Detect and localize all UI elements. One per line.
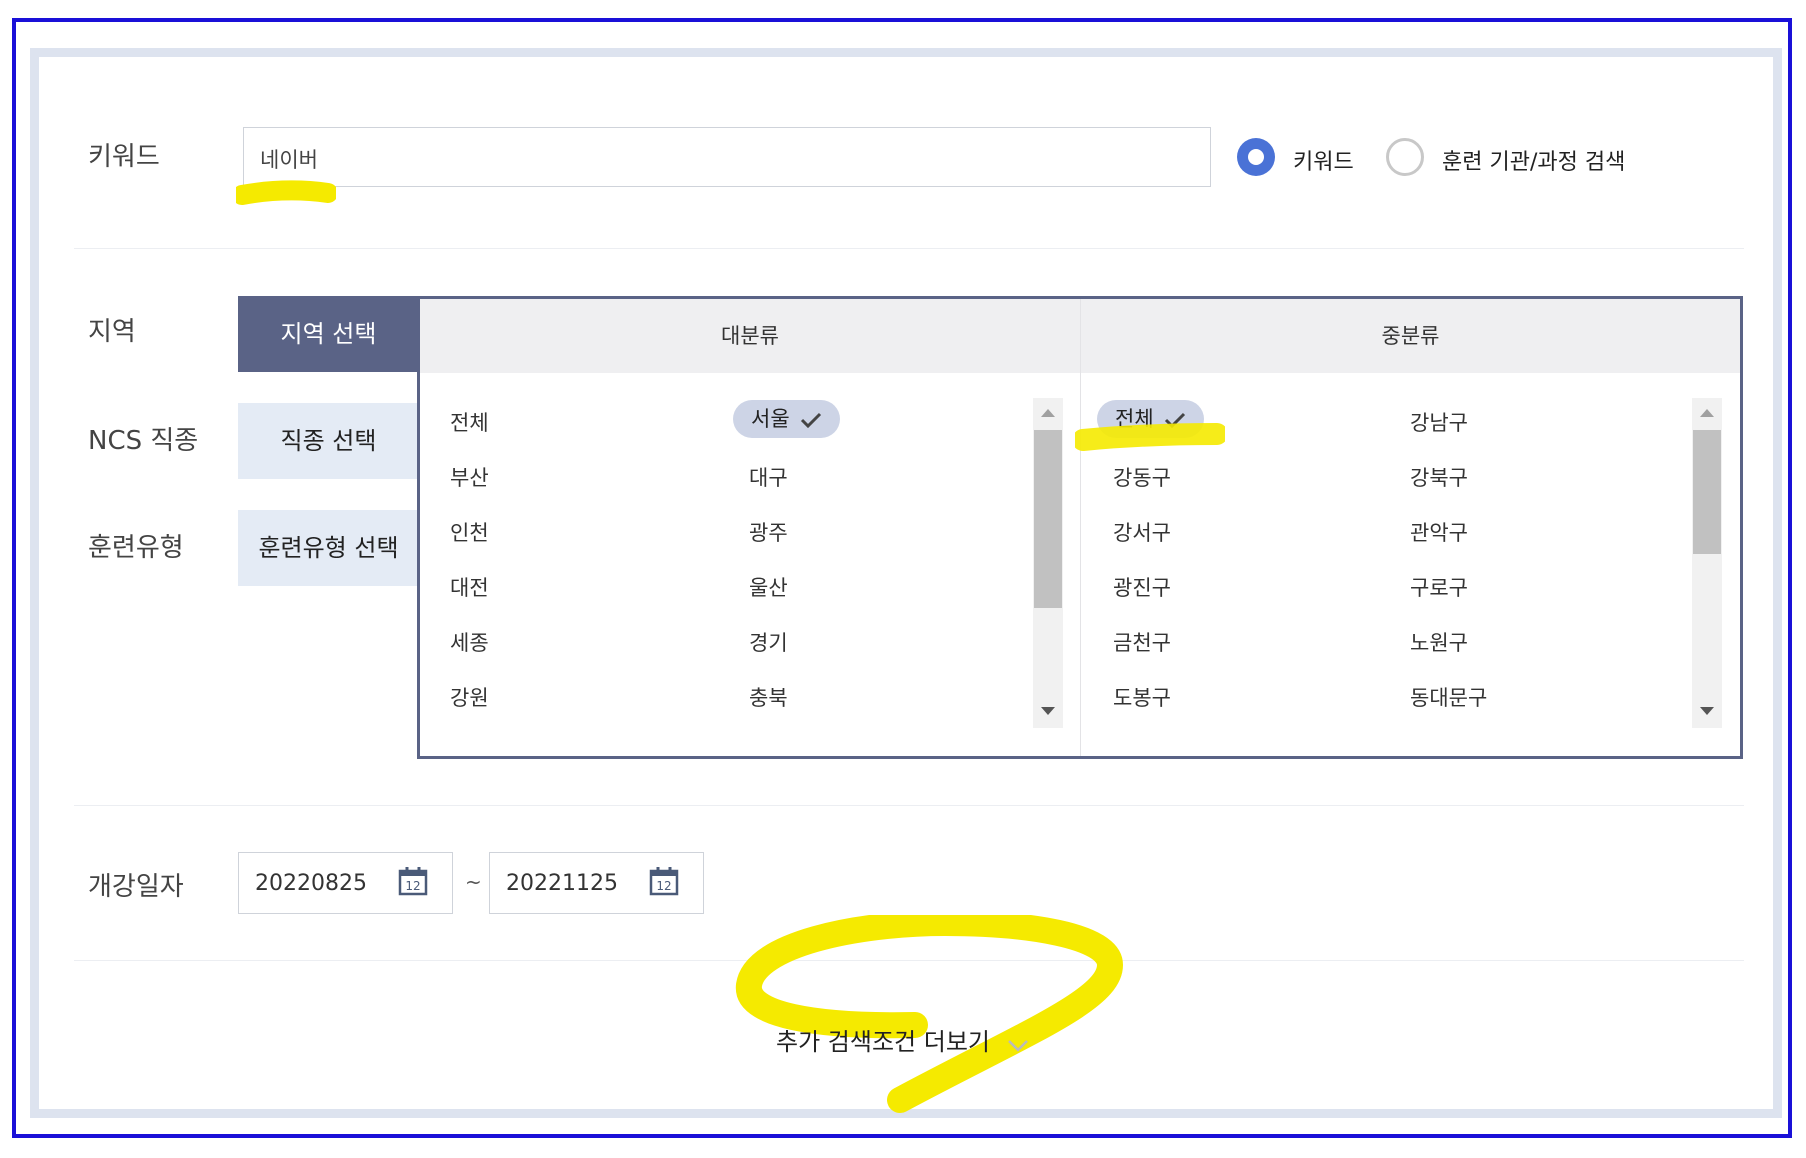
major-item[interactable]: 대구 [749,462,788,492]
major-scroll-thumb[interactable] [1034,430,1062,608]
middle-item[interactable]: 광진구 [1113,572,1171,602]
middle-item[interactable]: 강북구 [1410,462,1468,492]
tab-region[interactable]: 지역 선택 [238,296,419,372]
region-label: 지역 [88,317,136,347]
ncs-label: NCS 직종 [88,426,199,456]
major-item-seoul-selected[interactable]: 서울 [733,400,840,438]
major-item[interactable]: 울산 [749,572,788,602]
chevron-down-icon [1008,1039,1028,1052]
more-conditions-button[interactable]: 추가 검색조건 더보기 [776,1022,1029,1057]
radio-institution[interactable] [1386,138,1424,176]
date-separator: ~ [465,870,482,894]
highlight-mark-middle [1075,423,1225,451]
middle-item[interactable]: 강서구 [1113,517,1171,547]
major-item[interactable]: 광주 [749,517,788,547]
scroll-up-icon[interactable] [1699,408,1715,418]
major-item[interactable]: 부산 [450,462,489,492]
major-item[interactable]: 충북 [749,682,788,712]
highlight-circle [735,915,1124,1113]
calendar-icon[interactable]: 12 [398,866,428,896]
radio-institution-label: 훈련 기관/과정 검색 [1442,150,1626,175]
divider [74,248,1744,249]
middle-item[interactable]: 구로구 [1410,572,1468,602]
keyword-input[interactable]: 네이버 [243,127,1211,187]
major-item[interactable]: 강원 [450,682,489,712]
radio-keyword[interactable] [1237,138,1275,176]
middle-scroll-thumb[interactable] [1693,430,1721,554]
major-item[interactable]: 경기 [749,627,788,657]
middle-item[interactable]: 노원구 [1410,627,1468,657]
major-header: 대분류 [420,299,1080,373]
middle-header: 중분류 [1081,299,1740,373]
middle-item[interactable]: 동대문구 [1410,682,1487,712]
date-label: 개강일자 [88,872,184,902]
middle-item[interactable]: 금천구 [1113,627,1171,657]
keyword-label: 키워드 [88,142,160,172]
middle-item[interactable]: 관악구 [1410,517,1468,547]
major-item[interactable]: 대전 [450,572,489,602]
scroll-down-icon[interactable] [1040,706,1056,716]
radio-keyword-label: 키워드 [1293,150,1354,175]
middle-item[interactable]: 도봉구 [1113,682,1171,712]
check-icon [800,412,821,429]
chip-label: 서울 [751,407,790,431]
tab-training-type[interactable]: 훈련유형 선택 [238,510,419,586]
major-item-all[interactable]: 전체 [450,407,489,437]
major-item[interactable]: 세종 [450,627,489,657]
more-conditions-label: 추가 검색조건 더보기 [776,1028,990,1056]
calendar-icon[interactable]: 12 [649,866,679,896]
training-type-label: 훈련유형 [88,533,184,563]
major-item[interactable]: 인천 [450,517,489,547]
divider [74,805,1744,806]
tab-job[interactable]: 직종 선택 [238,403,419,479]
middle-item[interactable]: 강동구 [1113,462,1171,492]
highlight-mark-keyword [236,180,336,205]
scroll-down-icon[interactable] [1699,706,1715,716]
scroll-up-icon[interactable] [1040,408,1056,418]
middle-item[interactable]: 강남구 [1410,407,1468,437]
calendar-day: 12 [405,879,420,893]
calendar-day: 12 [656,879,671,893]
